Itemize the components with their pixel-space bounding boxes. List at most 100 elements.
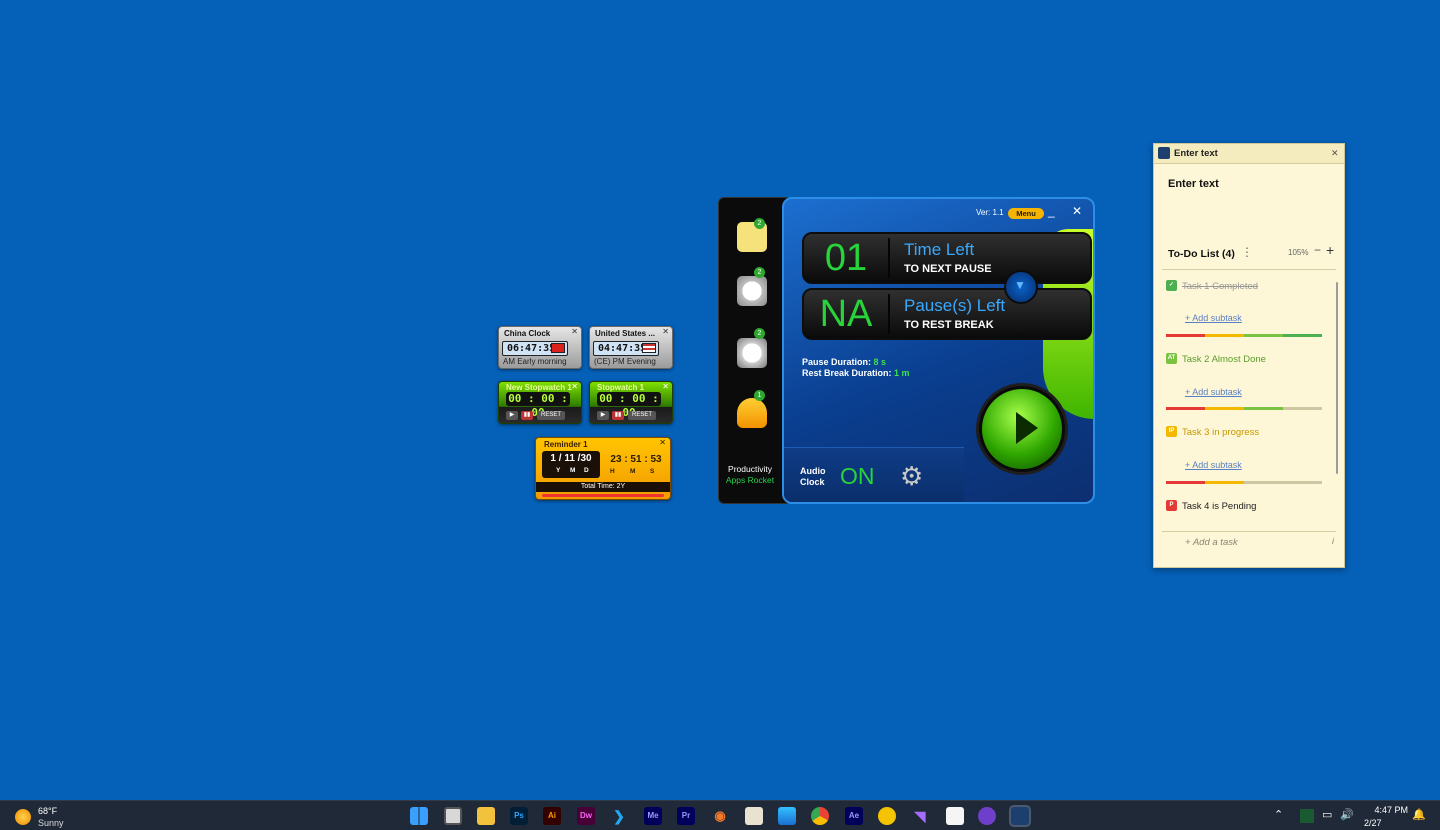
time-left-subtitle: TO NEXT PAUSE <box>904 263 992 275</box>
lap-icon[interactable]: ▮▮ <box>521 411 533 420</box>
zoom-in-button[interactable]: + <box>1326 242 1334 258</box>
clock-title: United States ... <box>595 329 656 338</box>
reminder-icon[interactable] <box>737 398 767 428</box>
pause-duration-label: Pause Duration: <box>802 357 872 367</box>
scrollbar[interactable] <box>1336 282 1338 474</box>
audio-label-line2: Clock <box>800 477 825 487</box>
reminder-time: 23 : 51 : 53 <box>610 454 662 465</box>
play-icon[interactable]: ▶ <box>506 411 518 420</box>
vscode-icon[interactable]: ❯ <box>610 807 628 825</box>
reminder-widget[interactable]: Reminder 1 ✕ 1 / 11 /30 Y M D 23 : 51 : … <box>535 437 671 500</box>
divider <box>888 294 890 334</box>
media-encoder-icon[interactable]: Me <box>644 807 662 825</box>
illustrator-icon[interactable]: Ai <box>543 807 561 825</box>
task-view-icon[interactable] <box>444 807 462 825</box>
productivity-apps-icon[interactable] <box>1009 805 1031 827</box>
weather-temperature[interactable]: 68°F <box>38 806 57 816</box>
rest-duration-value: 1 m <box>894 368 910 378</box>
stopwatch-widget[interactable]: Stopwatch 1 ✕ 00 : 00 : 00 ▶ ▮▮ RESET <box>589 381 673 424</box>
premiere-icon[interactable]: Pr <box>677 807 695 825</box>
expand-toggle[interactable]: ▼ <box>1004 270 1038 304</box>
zoom-level: 105% <box>1288 248 1309 257</box>
stopwatch-widget[interactable]: New Stopwatch 1 ✕ 00 : 00 : 00 ▶ ▮▮ RESE… <box>498 381 582 424</box>
maps-icon[interactable] <box>878 807 896 825</box>
time-left-panel: 01 Time Left TO NEXT PAUSE <box>802 232 1092 284</box>
taskbar-date[interactable]: 2/27 <box>1364 818 1408 828</box>
reset-button[interactable]: RESET <box>537 411 565 420</box>
us-clock-widget[interactable]: United States ... ✕ 04:47:35 (CE) PM Eve… <box>589 326 673 369</box>
clock-title: China Clock <box>504 329 551 338</box>
audio-label-line1: Audio <box>800 466 826 476</box>
taskbar-clock[interactable]: 4:47 PM <box>1364 805 1408 815</box>
chevron-up-icon[interactable]: ⌃ <box>1274 808 1283 821</box>
gear-icon[interactable]: ⚙ <box>900 461 923 492</box>
close-icon[interactable]: ✕ <box>571 327 578 336</box>
dreamweaver-icon[interactable]: Dw <box>577 807 595 825</box>
close-icon[interactable]: ✕ <box>571 382 578 391</box>
close-icon[interactable]: ✕ <box>659 438 666 447</box>
add-subtask-link[interactable]: + Add subtask <box>1185 313 1242 323</box>
clock-subtitle: AM Early morning <box>503 357 567 366</box>
audio-clock-label: Audio Clock <box>800 466 826 488</box>
task-label: Task 3 in progress <box>1182 427 1260 438</box>
start-icon[interactable] <box>410 807 428 825</box>
time-left-value: 01 <box>824 237 868 279</box>
minimize-button[interactable]: _ <box>1048 204 1055 218</box>
weather-sun-icon[interactable] <box>15 809 31 825</box>
menu-button[interactable]: Menu <box>1008 208 1044 219</box>
photoshop-icon[interactable]: Ps <box>510 807 528 825</box>
china-clock-widget[interactable]: China Clock ✕ 06:47:35 AM Early morning <box>498 326 582 369</box>
world-clock-icon[interactable] <box>737 276 767 306</box>
file-explorer-icon[interactable] <box>477 807 495 825</box>
app-icon <box>1158 147 1170 159</box>
photos-icon[interactable] <box>778 807 796 825</box>
second-label: S <box>650 468 655 475</box>
pin-icon[interactable]: ✕ <box>1331 148 1339 159</box>
github-icon[interactable] <box>978 807 996 825</box>
pending-badge-icon[interactable]: P <box>1166 500 1177 511</box>
info-icon[interactable]: i <box>1332 536 1334 546</box>
add-subtask-link[interactable]: + Add subtask <box>1185 460 1242 470</box>
volume-icon[interactable]: 🔊 <box>1340 808 1354 821</box>
stopwatch-icon[interactable] <box>737 338 767 368</box>
close-button[interactable]: ✕ <box>1072 204 1082 218</box>
chrome-icon[interactable] <box>811 807 829 825</box>
blender-icon[interactable]: ◉ <box>711 807 729 825</box>
zoom-out-button[interactable]: − <box>1314 243 1321 257</box>
more-options-icon[interactable]: ⋮ <box>1241 245 1253 259</box>
note-header: Enter text ✕ <box>1154 144 1344 164</box>
add-task-input[interactable]: + Add a task <box>1185 537 1238 548</box>
note-body[interactable]: Enter text <box>1168 178 1219 190</box>
almost-done-badge-icon[interactable]: AT <box>1166 353 1177 364</box>
after-effects-icon[interactable]: Ae <box>845 807 863 825</box>
play-icon[interactable]: ▶ <box>597 411 609 420</box>
visual-studio-icon[interactable]: ◥ <box>911 807 929 825</box>
add-subtask-link[interactable]: + Add subtask <box>1185 387 1242 397</box>
notification-bell-icon[interactable]: 🔔 <box>1412 808 1426 821</box>
divider <box>1162 269 1336 270</box>
clock-subtitle: (CE) PM Evening <box>594 357 656 366</box>
checkbox-checked-icon[interactable]: ✓ <box>1166 280 1177 291</box>
close-icon[interactable]: ✕ <box>662 327 669 336</box>
in-progress-badge-icon[interactable]: IP <box>1166 426 1177 437</box>
tray-app-icon[interactable] <box>1300 809 1314 823</box>
reminder-title: Reminder 1 <box>544 440 588 449</box>
weather-condition[interactable]: Sunny <box>38 818 64 828</box>
china-flag-icon <box>551 343 565 353</box>
taskbar: 68°F Sunny Ps Ai Dw ❯ Me Pr ◉ Ae ◥ ⌃ ▭ 🔊… <box>0 800 1440 830</box>
stopwatch-title: Stopwatch 1 <box>597 383 645 392</box>
us-flag-icon <box>642 343 656 353</box>
pauses-left-panel: NA Pause(s) Left TO REST BREAK <box>802 288 1092 340</box>
reminder-date-box: 1 / 11 /30 Y M D <box>542 451 600 478</box>
notepad-icon[interactable] <box>745 807 763 825</box>
document-icon[interactable] <box>946 807 964 825</box>
reset-button[interactable]: RESET <box>628 411 656 420</box>
audio-toggle[interactable]: ON <box>840 463 875 490</box>
task-label: Task 2 Almost Done <box>1182 354 1266 365</box>
lap-icon[interactable]: ▮▮ <box>612 411 624 420</box>
play-button[interactable] <box>982 389 1062 469</box>
stopwatch-time: 00 : 00 : 00 <box>506 392 570 419</box>
network-icon[interactable]: ▭ <box>1322 808 1332 821</box>
break-timer-window: Ver: 1.1 Menu _ ✕ 01 Time Left TO NEXT P… <box>782 197 1095 504</box>
close-icon[interactable]: ✕ <box>662 382 669 391</box>
